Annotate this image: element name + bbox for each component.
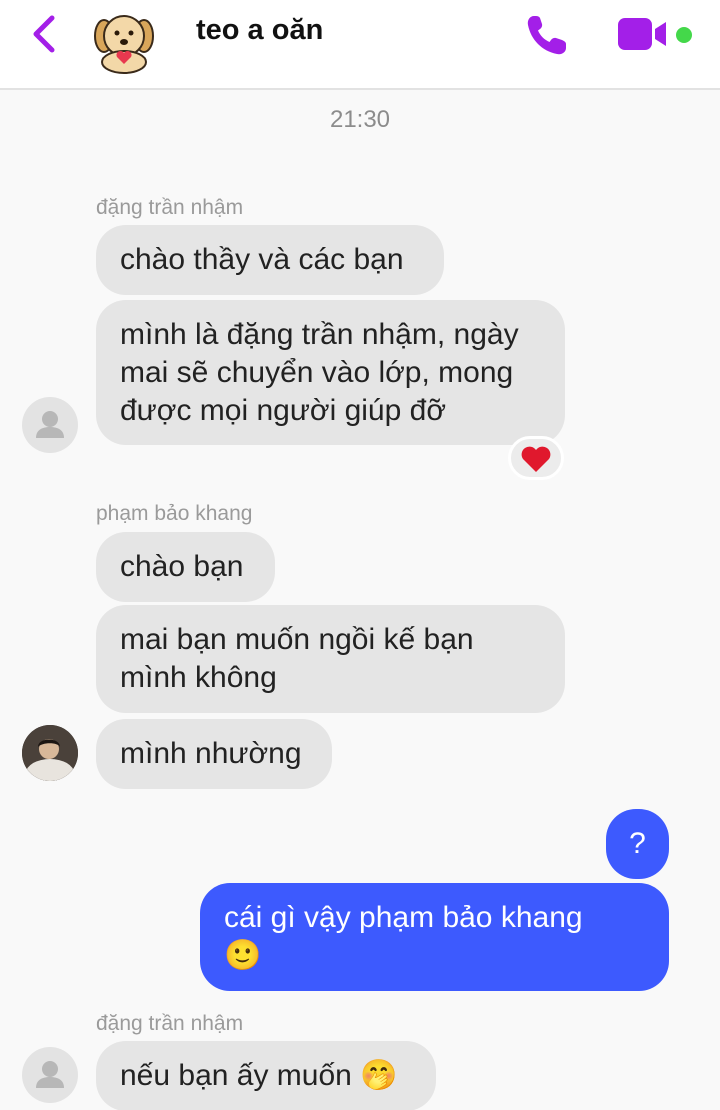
online-status-dot [676,27,692,43]
user-silhouette-icon [36,411,64,438]
video-call-icon[interactable] [616,16,670,52]
avatar-default[interactable] [22,397,78,453]
message-bubble[interactable]: mai bạn muốn ngồi kế bạn mình không [96,605,565,713]
message-bubble[interactable]: mình nhường [96,719,332,789]
avatar-default[interactable] [22,1047,78,1103]
sender-name: đặng trần nhậm [96,1012,244,1035]
user-silhouette-icon [36,1061,64,1088]
avatar-photo[interactable] [22,725,78,781]
message-bubble[interactable]: mình là đặng trần nhậm, ngày mai sẽ chuy… [96,300,565,445]
message-bubble[interactable]: nếu bạn ấy muốn 🤭 [96,1041,436,1110]
chat-title[interactable]: teo a oăn [196,14,323,47]
outgoing-message-bubble[interactable]: ? [606,809,669,879]
outgoing-message-bubble[interactable]: cái gì vậy phạm bảo khang 🙂 [200,883,669,991]
phone-call-icon[interactable] [524,12,570,58]
sender-name: đặng trần nhậm [96,196,244,219]
group-avatar-dog[interactable] [90,6,158,74]
user-photo-icon [22,725,78,781]
message-bubble[interactable]: chào bạn [96,532,275,602]
back-arrow-icon[interactable] [26,12,66,56]
heart-icon [521,446,551,472]
chat-header: teo a oăn [0,0,720,90]
message-bubble[interactable]: chào thầy và các bạn [96,225,444,295]
message-timestamp: 21:30 [329,106,391,133]
sender-name: phạm bảo khang [96,502,253,525]
heart-reaction[interactable] [508,436,564,480]
